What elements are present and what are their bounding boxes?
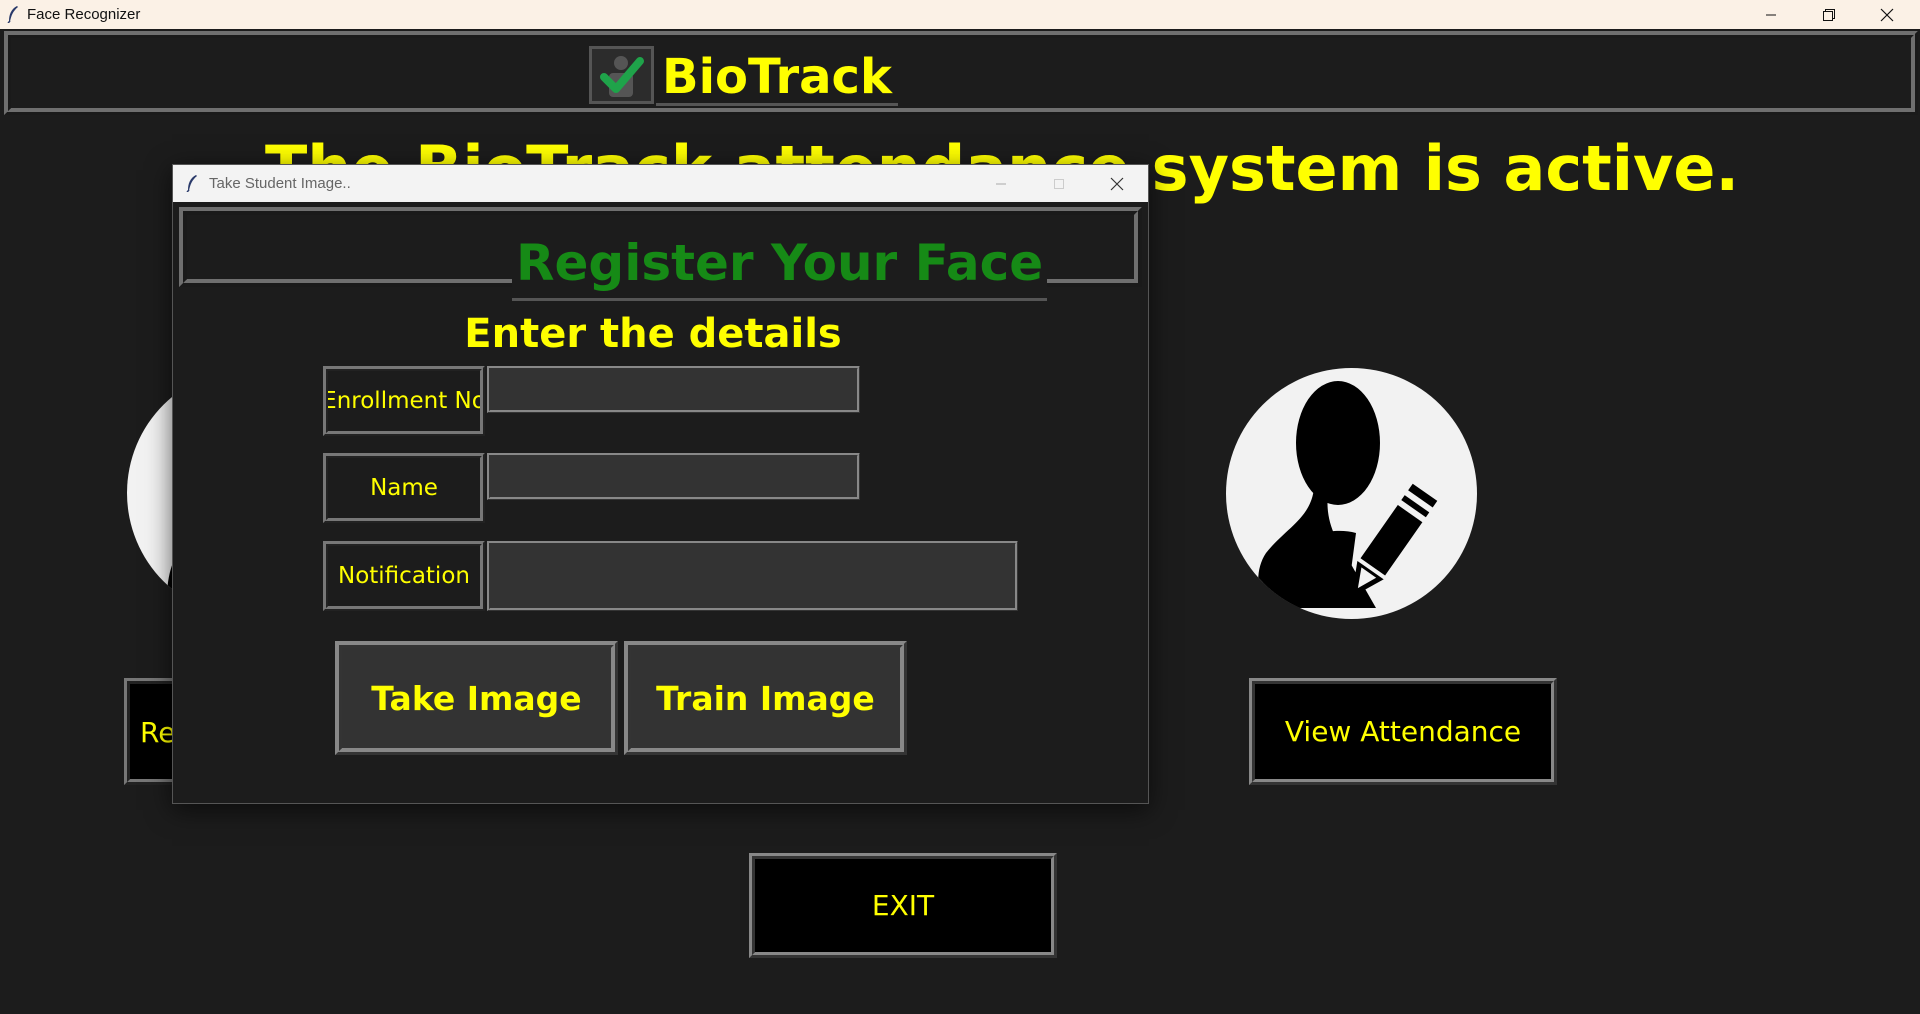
notification-label: Notification — [323, 541, 485, 611]
close-icon — [1110, 177, 1124, 190]
enrollment-input[interactable] — [487, 366, 860, 413]
restore-button[interactable] — [1800, 0, 1858, 29]
feather-app-icon — [7, 6, 18, 23]
dialog-title: Take Student Image.. — [209, 175, 351, 192]
dialog-minimize-button[interactable] — [972, 169, 1030, 198]
close-button[interactable] — [1858, 0, 1916, 29]
notification-field — [487, 541, 1018, 611]
dialog-close-button[interactable] — [1088, 169, 1146, 198]
main-titlebar: Face Recognizer — [0, 0, 1920, 29]
restore-icon — [1823, 8, 1835, 21]
feather-app-icon — [186, 175, 197, 192]
minimize-button[interactable] — [1742, 0, 1800, 29]
exit-button[interactable]: EXIT — [749, 853, 1057, 958]
minimize-icon — [996, 183, 1006, 184]
train-image-button[interactable]: Train Image — [624, 641, 907, 755]
enrollment-label: Enrollment No — [323, 366, 485, 436]
view-attendance-avatar — [1226, 368, 1477, 619]
minimize-icon — [1766, 14, 1776, 15]
main-window-title: Face Recognizer — [27, 6, 141, 23]
attendance-check-icon — [589, 46, 654, 104]
name-label: Name — [323, 453, 485, 523]
name-input[interactable] — [487, 453, 860, 500]
register-button-label: Re — [140, 716, 176, 749]
brand-title: BioTrack — [656, 48, 898, 106]
maximize-icon — [1054, 178, 1064, 189]
dialog-titlebar: Take Student Image.. — [173, 165, 1148, 202]
dialog-subheading: Enter the details — [464, 311, 842, 357]
take-student-image-dialog: Take Student Image.. Register Your Face … — [172, 164, 1149, 804]
header-bar — [4, 31, 1918, 115]
dialog-heading: Register Your Face — [512, 225, 1048, 301]
take-image-button[interactable]: Take Image — [335, 641, 618, 755]
close-icon — [1880, 8, 1894, 21]
dialog-maximize-button[interactable] — [1030, 169, 1088, 198]
view-attendance-button[interactable]: View Attendance — [1249, 678, 1557, 785]
